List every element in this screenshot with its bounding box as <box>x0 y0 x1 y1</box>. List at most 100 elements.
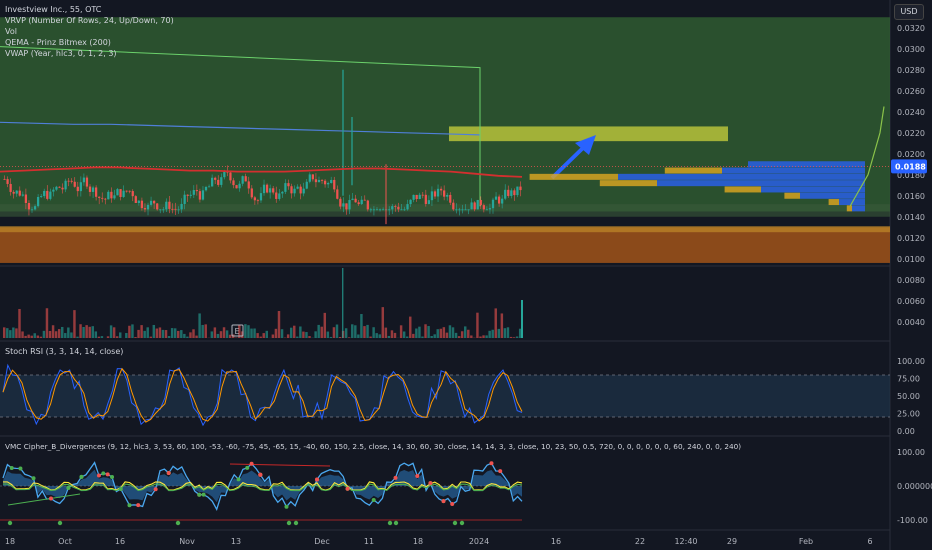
price-axis-label: 0.0280 <box>897 66 925 75</box>
volume-bar <box>228 334 232 338</box>
candle-body <box>220 177 223 185</box>
vmc-signal-dot <box>101 471 106 476</box>
volume-bar <box>225 330 229 338</box>
volume-bar <box>73 310 76 338</box>
candle-body <box>67 180 70 182</box>
candle-body <box>21 194 24 196</box>
candle-body <box>43 190 46 197</box>
volume-bar <box>299 326 302 338</box>
volume-profile-up-bar <box>784 192 800 199</box>
candle-body <box>171 208 174 210</box>
vmc-signal-dot <box>450 502 455 507</box>
volume-bar <box>6 328 9 338</box>
candle-body <box>165 201 168 210</box>
candle-body <box>290 186 293 194</box>
time-axis-label: 2024 <box>469 537 489 546</box>
volume-bar <box>381 307 385 338</box>
candle-body <box>443 190 446 197</box>
volume-bar <box>201 324 204 338</box>
volume-bar <box>470 335 473 338</box>
volume-bar <box>57 329 61 338</box>
volume-bar <box>137 329 140 338</box>
volume-profile-up-bar <box>599 180 657 187</box>
vmc-buy-dot <box>393 520 399 526</box>
candle-body <box>76 186 79 192</box>
volume-bar <box>158 327 162 338</box>
volume-bar <box>82 326 85 338</box>
volume-bar <box>70 332 73 338</box>
candle-body <box>238 183 241 189</box>
volume-bar <box>12 327 15 338</box>
candle-body <box>146 204 150 210</box>
candle-body <box>265 184 269 193</box>
volume-bar <box>189 332 192 338</box>
candle-body <box>259 193 263 201</box>
candle-body <box>156 203 159 210</box>
candle-body <box>375 209 379 211</box>
stoch-axis-label: 75.00 <box>897 375 920 384</box>
candle-body <box>52 189 55 192</box>
candle-body <box>101 197 104 199</box>
candle-body <box>201 190 205 200</box>
candle-body <box>470 202 473 210</box>
vmc-legend: VMC Cipher_B_Divergences (9, 12, hlc3, 3… <box>5 442 742 451</box>
candle-body <box>122 190 125 197</box>
candle-body <box>36 196 40 207</box>
time-axis-label: 18 <box>413 537 423 546</box>
volume-bar <box>45 308 49 338</box>
candle-body <box>299 186 302 194</box>
time-axis-label: 13 <box>231 537 241 546</box>
vmc-signal-dot <box>105 472 110 477</box>
candle-body <box>217 179 220 185</box>
volume-bar <box>210 331 214 338</box>
candle-body <box>449 194 452 203</box>
candle-body <box>293 188 296 194</box>
volume-bar <box>412 333 415 338</box>
candle-body <box>269 188 272 193</box>
candle-body <box>278 193 281 199</box>
volume-bar <box>329 336 333 338</box>
volume-bar <box>161 329 165 338</box>
volume-bar <box>277 310 281 338</box>
event-marker: E <box>235 327 240 336</box>
candle-body <box>494 196 498 200</box>
volume-bar <box>134 337 137 338</box>
time-axis-label: Nov <box>179 537 195 546</box>
candle-body <box>262 184 266 194</box>
candle-body <box>46 190 49 199</box>
volume-bar <box>27 334 30 338</box>
candle-body <box>427 200 431 204</box>
volume-bar <box>155 328 159 338</box>
candle-body <box>183 194 186 204</box>
volume-bar <box>253 328 256 338</box>
candle-body <box>189 194 192 196</box>
volume-bar <box>354 325 357 338</box>
vmc-signal-dot <box>415 474 420 479</box>
candle-body <box>497 196 501 204</box>
volume-bar <box>30 335 33 338</box>
candle-body <box>455 209 458 211</box>
candle-body <box>70 180 73 182</box>
candle-body <box>394 206 397 207</box>
currency-button[interactable]: USD <box>894 4 924 20</box>
chart-canvas[interactable]: 0.0320 0.0300 0.0280 0.0260 0.0240 0.0220 0.02… <box>0 0 932 550</box>
candle-body <box>49 191 52 199</box>
candle-body <box>516 186 519 196</box>
vmc-signal-dot <box>79 474 84 479</box>
candle-body <box>79 182 82 192</box>
vmc-signal-dot <box>48 496 53 501</box>
candle-body <box>482 205 485 210</box>
volume-bar <box>305 332 308 338</box>
volume-bar <box>183 333 186 338</box>
vmc-signal-dot <box>197 492 202 497</box>
volume-bar <box>112 327 116 338</box>
time-axis-label: Oct <box>58 537 72 546</box>
volume-bar <box>296 336 299 338</box>
candle-body <box>33 206 37 210</box>
volume-bar <box>430 335 433 338</box>
volume-bar <box>265 330 269 338</box>
volume-bar <box>125 333 128 338</box>
volume-bar <box>274 328 278 338</box>
stoch-axis-label: 0.00 <box>897 427 915 436</box>
volume-bar <box>146 327 149 338</box>
